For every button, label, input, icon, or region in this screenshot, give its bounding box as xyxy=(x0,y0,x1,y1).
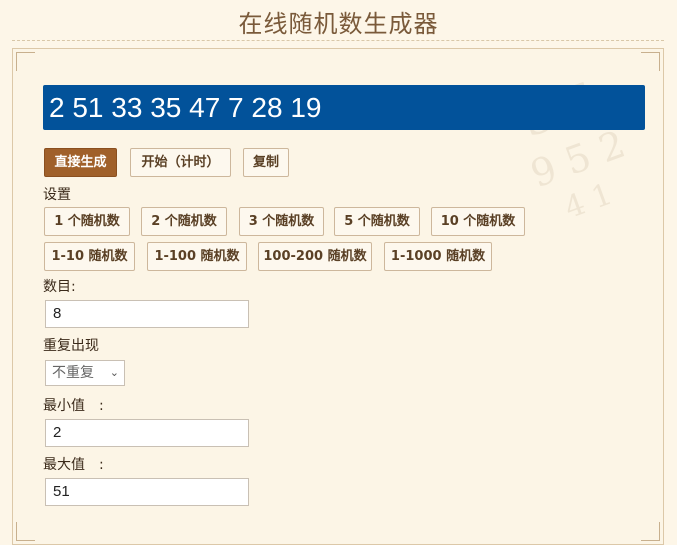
count-input[interactable]: 8 xyxy=(45,300,249,328)
min-value-input[interactable]: 2 xyxy=(45,419,249,447)
preset-2-numbers-button[interactable]: 2 个随机数 xyxy=(141,207,227,236)
settings-heading: 设置 xyxy=(43,187,71,203)
repeat-selected-value: 不重复 xyxy=(52,365,94,381)
chevron-down-icon: ⌄ xyxy=(109,366,119,379)
preset-10-numbers-button[interactable]: 10 个随机数 xyxy=(431,207,525,236)
svg-text:9 5 2: 9 5 2 xyxy=(525,122,631,196)
preset-range-100-200-button[interactable]: 100-200 随机数 xyxy=(258,242,372,271)
preset-1-number-button[interactable]: 1 个随机数 xyxy=(44,207,130,236)
preset-3-numbers-button[interactable]: 3 个随机数 xyxy=(239,207,324,236)
repeat-label: 重复出现 xyxy=(43,338,99,354)
page-title: 在线随机数生成器 xyxy=(238,10,439,38)
max-label: 最大值 : xyxy=(43,457,104,473)
preset-range-1-1000-button[interactable]: 1-1000 随机数 xyxy=(384,242,492,271)
svg-text:4 1: 4 1 xyxy=(560,177,617,226)
preset-range-1-10-button[interactable]: 1-10 随机数 xyxy=(44,242,135,271)
generator-panel: 3 7 9 5 2 4 1 2 51 33 35 47 7 28 19 直接生成… xyxy=(12,48,664,545)
title-divider xyxy=(12,40,664,41)
corner-ornament xyxy=(16,52,35,71)
corner-ornament xyxy=(16,522,35,541)
corner-ornament xyxy=(641,522,660,541)
preset-range-1-100-button[interactable]: 1-100 随机数 xyxy=(147,242,247,271)
corner-ornament xyxy=(641,52,660,71)
generate-button[interactable]: 直接生成 xyxy=(44,148,117,177)
start-timed-button[interactable]: 开始（计时） xyxy=(130,148,231,177)
preset-5-numbers-button[interactable]: 5 个随机数 xyxy=(334,207,420,236)
min-label: 最小值 : xyxy=(43,398,104,414)
max-value-input[interactable]: 51 xyxy=(45,478,249,506)
copy-button[interactable]: 复制 xyxy=(243,148,289,177)
random-result-display: 2 51 33 35 47 7 28 19 xyxy=(43,85,645,130)
count-label: 数目: xyxy=(43,279,76,295)
repeat-select[interactable]: 不重复 ⌄ xyxy=(45,360,125,386)
